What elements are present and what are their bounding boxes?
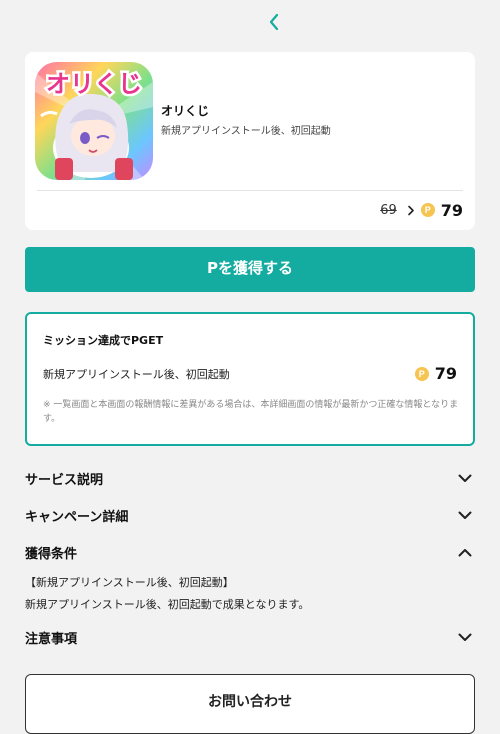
section-service-toggle[interactable]: サービス説明 [25, 468, 475, 488]
mission-box: ミッション達成でPGET 新規アプリインストール後、初回起動 P 79 ※ 一覧… [25, 312, 475, 446]
conditions-line-1: 【新規アプリインストール後、初回起動】 [25, 576, 234, 589]
section-campaign-toggle[interactable]: キャンペーン詳細 [25, 505, 475, 525]
mission-title: ミッション達成でPGET [43, 334, 164, 347]
chevron-down-icon [455, 511, 475, 520]
mission-points: P 79 [414, 364, 457, 383]
app-card: オリくじ オリくじ 新規アプリインストール後、初回起動 69 P 79 [25, 52, 475, 230]
section-campaign-title: キャンペーン詳細 [25, 509, 129, 525]
chevron-right-icon [407, 205, 415, 216]
conditions-line-2: 新規アプリインストール後、初回起動で成果となります。 [25, 598, 310, 611]
chevron-up-icon [455, 548, 475, 557]
back-button[interactable] [262, 10, 286, 38]
chevron-left-icon [268, 13, 280, 35]
divider [37, 190, 463, 191]
section-service-title: サービス説明 [25, 472, 104, 488]
mission-row-label: 新規アプリインストール後、初回起動 [43, 368, 230, 381]
point-coin-icon: P [414, 366, 429, 381]
chevron-down-icon [455, 633, 475, 642]
new-points: 79 [440, 200, 463, 220]
chevron-down-icon [455, 474, 475, 483]
app-description: 新規アプリインストール後、初回起動 [161, 126, 331, 137]
app-icon-image: オリくじ [35, 62, 153, 180]
section-conditions-toggle[interactable]: 獲得条件 [25, 542, 475, 562]
section-notes-toggle[interactable]: 注意事項 [25, 627, 475, 647]
get-points-button[interactable]: Pを獲得する [25, 247, 475, 292]
section-notes-title: 注意事項 [25, 631, 78, 647]
app-name: オリくじ [161, 104, 210, 118]
contact-button[interactable]: お問い合わせ [25, 674, 475, 734]
mission-points-value: 79 [434, 364, 457, 383]
old-points: 69 [380, 202, 397, 218]
section-conditions-title: 獲得条件 [25, 546, 78, 562]
points-row: 69 P 79 [380, 200, 463, 220]
app-icon-logo-text: オリくじ [46, 70, 142, 98]
point-coin-icon: P [420, 203, 435, 217]
mission-note: ※ 一覧画面と本画面の報酬情報に差異がある場合は、本詳細画面の情報が最新かつ正確… [43, 400, 459, 424]
